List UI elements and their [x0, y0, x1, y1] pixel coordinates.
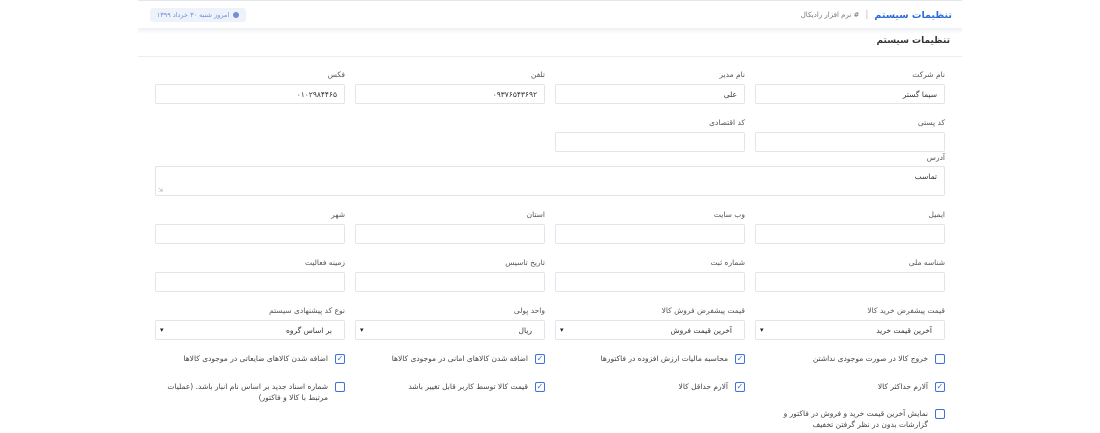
check-icon: ✓ — [536, 382, 544, 391]
default-sell-price-value: آخرین قیمت فروش — [670, 325, 732, 335]
checkbox[interactable]: ✓ — [935, 382, 945, 392]
checkbox-label: نمایش آخرین قیمت خرید و فروش در فاکتور و… — [783, 409, 928, 429]
code-suggestion-select[interactable]: بر اساس گروه ▾ — [155, 320, 345, 340]
province-label: استان — [526, 210, 545, 219]
check-icon: ✓ — [736, 354, 744, 363]
activity-field-label: زمینه فعالیت — [305, 258, 345, 267]
checkbox-label: محاسبه مالیات ارزش افزوده در فاکتورها — [600, 354, 728, 363]
registration-no-label: شماره ثبت — [710, 258, 745, 267]
checkbox-label: قیمت کالا توسط کاربر قابل تغییر باشد — [408, 382, 528, 391]
checkbox[interactable]: ✓ — [735, 382, 745, 392]
manager-name-input[interactable] — [555, 84, 745, 104]
checkbox-label: اضافه شدن کالاهای ضایعاتی در موجودی کالا… — [183, 354, 328, 363]
checkbox-item[interactable]: ✓ محاسبه مالیات ارزش افزوده در فاکتورها — [555, 353, 745, 364]
checkbox-item[interactable]: ✓ قیمت کالا توسط کاربر قابل تغییر باشد — [355, 381, 545, 392]
founding-date-input[interactable] — [355, 272, 545, 292]
checkbox-item[interactable]: ✓ اضافه شدن کالاهای امانی در موجودی کالا… — [355, 353, 545, 364]
company-name-label: نام شرکت — [912, 70, 945, 79]
registration-no-input[interactable] — [555, 272, 745, 292]
checkbox[interactable]: ✓ — [535, 354, 545, 364]
calendar-dot-icon — [233, 12, 240, 18]
checkbox-label: آلارم حداقل کالا — [678, 382, 728, 391]
checkbox-label: خروج کالا در صورت موجودی نداشتن — [812, 354, 928, 363]
province-input[interactable] — [355, 224, 545, 244]
phone-input[interactable] — [355, 84, 545, 104]
currency-unit-value: ریال — [518, 325, 532, 335]
checkbox[interactable]: ✓ — [735, 354, 745, 364]
checkbox[interactable] — [935, 409, 945, 419]
header-shadow — [138, 28, 962, 34]
national-id-label: شناسه ملی — [908, 258, 945, 267]
checkbox-item[interactable]: ✓ آلارم حداقل کالا — [555, 381, 745, 392]
check-icon: ✓ — [936, 382, 944, 391]
checkbox-item[interactable]: شماره اسناد جدید بر اساس نام انبار باشد.… — [155, 381, 345, 403]
activity-field-input[interactable] — [155, 272, 345, 292]
section-title: تنظیمات سیستم — [876, 36, 951, 46]
top-divider — [138, 0, 962, 1]
breadcrumb-app-name: # نرم افزار رادیکال — [800, 11, 860, 19]
company-name-input[interactable] — [755, 84, 945, 104]
chevron-down-icon: ▾ — [560, 326, 564, 334]
currency-unit-select[interactable]: ریال ▾ — [355, 320, 545, 340]
settings-page: تنظیمات سیستم | # نرم افزار رادیکال امرو… — [138, 0, 962, 433]
checkbox[interactable] — [935, 354, 945, 364]
economic-code-input[interactable] — [555, 132, 745, 152]
resize-handle-icon[interactable]: ⇲ — [158, 187, 163, 194]
default-sell-price-label: قیمت پیشفرض فروش کالا — [661, 306, 745, 315]
checkbox-item[interactable]: ✓ اضافه شدن کالاهای ضایعاتی در موجودی کا… — [155, 353, 345, 364]
checkbox-label: اضافه شدن کالاهای امانی در موجودی کالاها — [391, 354, 528, 363]
breadcrumb-separator: | — [865, 10, 869, 20]
checkbox[interactable]: ✓ — [335, 354, 345, 364]
checkbox-label: آلارم حداکثر کالا — [877, 382, 928, 391]
postal-code-input[interactable] — [755, 132, 945, 152]
default-buy-price-select[interactable]: آخرین قیمت خرید ▾ — [755, 320, 945, 340]
postal-code-label: کد پستی — [917, 118, 945, 127]
check-icon: ✓ — [336, 354, 344, 363]
code-suggestion-value: بر اساس گروه — [285, 325, 332, 335]
checkbox-label: شماره اسناد جدید بر اساس نام انبار باشد.… — [167, 382, 328, 402]
checkbox-item[interactable]: ✓ آلارم حداکثر کالا — [755, 381, 945, 392]
economic-code-label: کد اقتصادی — [709, 118, 745, 127]
breadcrumb: تنظیمات سیستم | # نرم افزار رادیکال — [801, 5, 952, 25]
section-divider — [138, 56, 962, 57]
website-input[interactable] — [555, 224, 745, 244]
founding-date-label: تاریخ تاسیس — [505, 258, 545, 267]
default-sell-price-select[interactable]: آخرین قیمت فروش ▾ — [555, 320, 745, 340]
checkbox-item[interactable]: خروج کالا در صورت موجودی نداشتن — [755, 353, 945, 364]
default-buy-price-label: قیمت پیشفرض خرید کالا — [867, 306, 945, 315]
email-label: ایمیل — [928, 210, 945, 219]
website-label: وب سایت — [713, 210, 745, 219]
chevron-down-icon: ▾ — [760, 326, 764, 334]
default-buy-price-value: آخرین قیمت خرید — [876, 325, 932, 335]
code-suggestion-label: نوع کد پیشنهادی سیستم — [269, 306, 345, 315]
chevron-down-icon: ▾ — [360, 326, 364, 334]
checkbox[interactable]: ✓ — [535, 382, 545, 392]
chevron-down-icon: ▾ — [160, 326, 164, 334]
address-label: آدرس — [926, 153, 945, 162]
checkbox-item[interactable]: نمایش آخرین قیمت خرید و فروش در فاکتور و… — [755, 408, 945, 430]
national-id-input[interactable] — [755, 272, 945, 292]
date-badge: امروز شنبه ۳۰ خرداد ۱۳۹۹ — [150, 8, 246, 22]
check-icon: ✓ — [536, 354, 544, 363]
city-label: شهر — [331, 210, 345, 219]
fax-input[interactable] — [155, 84, 345, 104]
check-icon: ✓ — [736, 382, 744, 391]
address-text: تماسب — [914, 172, 937, 181]
date-text: امروز شنبه ۳۰ خرداد ۱۳۹۹ — [156, 11, 230, 19]
checkbox[interactable] — [335, 382, 345, 392]
address-textarea[interactable]: تماسب ⇲ — [155, 166, 945, 196]
fax-label: فکس — [327, 70, 345, 79]
currency-unit-label: واحد پولی — [513, 306, 545, 315]
email-input[interactable] — [755, 224, 945, 244]
city-input[interactable] — [155, 224, 345, 244]
phone-label: تلفن — [530, 70, 545, 79]
page-title: تنظیمات سیستم — [874, 9, 952, 21]
manager-name-label: نام مدیر — [719, 70, 745, 79]
